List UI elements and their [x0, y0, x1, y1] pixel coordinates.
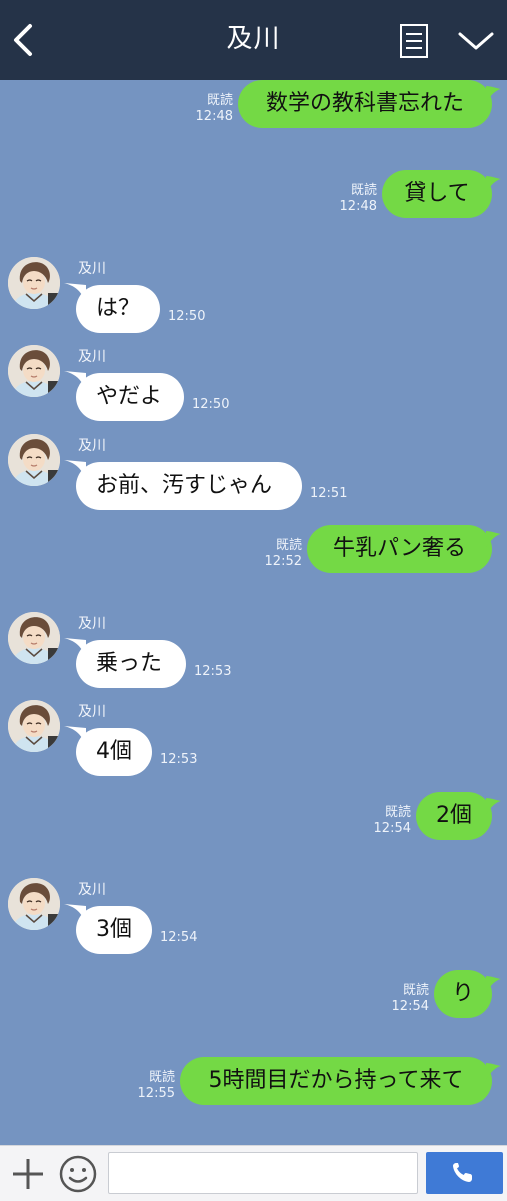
- read-receipt: 既読: [350, 183, 377, 198]
- sender-name: 及川: [78, 616, 106, 632]
- message-time: 12:48: [195, 109, 233, 124]
- sender-name: 及川: [78, 882, 106, 898]
- avatar[interactable]: [8, 612, 60, 664]
- avatar-illustration: [8, 434, 60, 486]
- bubble-tail: [486, 86, 501, 102]
- avatar[interactable]: [8, 878, 60, 930]
- outgoing-message-bubble[interactable]: 2個: [416, 792, 492, 840]
- read-receipt: 既読: [206, 93, 233, 108]
- avatar-illustration: [8, 878, 60, 930]
- message-meta: 既読 12:48: [196, 93, 233, 125]
- message-time: 12:54: [160, 930, 198, 945]
- emoji-button[interactable]: [58, 1154, 98, 1194]
- incoming-message-bubble[interactable]: 3個: [76, 906, 152, 954]
- incoming-message-bubble[interactable]: 乗った: [76, 640, 186, 688]
- read-receipt: 既読: [275, 538, 302, 553]
- smiley-icon: [59, 1155, 97, 1193]
- avatar-illustration: [8, 345, 60, 397]
- plus-icon: [13, 1159, 43, 1189]
- avatar-illustration: [8, 700, 60, 752]
- message-list[interactable]: 数学の教科書忘れた 既読 12:48 貸して 既読 12:48 及川 は？ 12:50 及川 やだよ…: [0, 80, 507, 1145]
- message-time: 12:51: [310, 486, 348, 501]
- outgoing-message-bubble[interactable]: 貸して: [382, 170, 492, 218]
- bubble-tail: [486, 1063, 501, 1079]
- sender-name: 及川: [78, 349, 106, 365]
- message-time: 12:50: [192, 397, 230, 412]
- message-time: 12:54: [373, 821, 411, 836]
- avatar[interactable]: [8, 345, 60, 397]
- message-meta: 既読 12:48: [340, 183, 377, 215]
- message-meta: 既読 12:54: [392, 983, 429, 1015]
- read-receipt: 既読: [402, 983, 429, 998]
- call-button[interactable]: [426, 1152, 503, 1194]
- outgoing-message-bubble[interactable]: 5時間目だから持って来て: [180, 1057, 492, 1105]
- message-meta: 既読 12:54: [374, 805, 411, 837]
- message-time: 12:53: [194, 664, 232, 679]
- phone-icon: [453, 1163, 472, 1182]
- outgoing-message-bubble[interactable]: り: [434, 970, 492, 1018]
- incoming-message-bubble[interactable]: お前、汚すじゃん: [76, 462, 302, 510]
- incoming-message-bubble[interactable]: 4個: [76, 728, 152, 776]
- message-meta: 既読 12:52: [265, 538, 302, 570]
- avatar[interactable]: [8, 257, 60, 309]
- message-time: 12:54: [391, 999, 429, 1014]
- read-receipt: 既読: [384, 805, 411, 820]
- avatar[interactable]: [8, 434, 60, 486]
- input-bar: [0, 1145, 507, 1201]
- sender-name: 及川: [78, 261, 106, 277]
- expand-button[interactable]: [455, 26, 497, 56]
- message-time: 12:48: [339, 199, 377, 214]
- incoming-message-bubble[interactable]: は？: [76, 285, 161, 333]
- sender-name: 及川: [78, 438, 106, 454]
- chevron-down-icon: [458, 32, 494, 50]
- outgoing-message-bubble[interactable]: 数学の教科書忘れた: [238, 80, 492, 128]
- bubble-tail: [486, 531, 501, 547]
- message-time: 12:50: [168, 309, 206, 324]
- avatar-illustration: [8, 612, 60, 664]
- outgoing-message-bubble[interactable]: 牛乳パン奢る: [307, 525, 492, 573]
- note-menu-icon: [400, 24, 428, 58]
- read-receipt: 既読: [148, 1070, 175, 1085]
- message-time: 12:53: [160, 752, 198, 767]
- message-input[interactable]: [108, 1152, 418, 1194]
- avatar[interactable]: [8, 700, 60, 752]
- plus-button[interactable]: [10, 1156, 46, 1192]
- note-menu-button[interactable]: [396, 22, 432, 60]
- bubble-tail: [486, 976, 501, 992]
- message-time: 12:55: [137, 1086, 175, 1101]
- bubble-tail: [486, 176, 501, 192]
- incoming-message-bubble[interactable]: やだよ: [76, 373, 184, 421]
- sender-name: 及川: [78, 704, 106, 720]
- bubble-tail: [486, 798, 501, 814]
- avatar-illustration: [8, 257, 60, 309]
- message-meta: 既読 12:55: [138, 1070, 175, 1102]
- message-time: 12:52: [264, 554, 302, 569]
- chat-header: 及川: [0, 0, 507, 80]
